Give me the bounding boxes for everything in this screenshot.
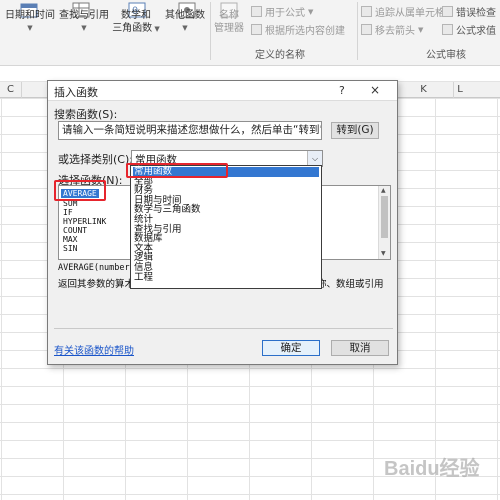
trace-dependents-button[interactable]: 追踪从属单元格 [361,4,445,19]
highlight-box-average [54,180,106,201]
evaluate-icon [442,24,453,35]
scroll-down-icon[interactable]: ▼ [381,250,386,257]
cancel-button[interactable]: 取消 [331,340,389,356]
function-help-link[interactable]: 有关该函数的帮助 [54,342,134,357]
formula-audit-group-label: 公式审核 [426,50,466,61]
remove-arrows-icon [361,24,372,35]
search-function-label: 搜索函数(S): [54,108,118,121]
datetime-button[interactable]: 日期和时间 ▼ [2,9,58,35]
ribbon: θ 日期和时间 ▼ 查找与引用 ▼ 数学和 三角函数 ▼ 其他函数 ▼ 名称 管… [0,0,500,66]
ok-button[interactable]: 确定 [262,340,320,356]
chevron-down-icon: ▼ [418,25,424,34]
lookup-button[interactable]: 查找与引用 ▼ [57,9,111,35]
chevron-down-icon: ▼ [81,24,87,32]
search-function-input[interactable]: 请输入一条简短说明来描述您想做什么，然后单击“转到” [58,121,322,140]
chevron-down-icon: ▼ [182,24,188,32]
chevron-down-icon: ▼ [27,24,33,32]
dropdown-option[interactable]: 文本 [133,244,319,254]
dropdown-option[interactable]: 数据库 [133,234,319,244]
dropdown-option[interactable]: 工程 [133,272,319,283]
list-item[interactable]: COUNT [63,226,87,235]
list-item[interactable]: HYPERLINK [63,217,106,226]
list-item[interactable]: IF [63,208,73,217]
error-check-button[interactable]: 错误检查 [442,4,496,19]
dropdown-option[interactable]: 数学与三角函数 [133,205,319,215]
function-syntax: AVERAGE(number1 [58,263,135,273]
more-functions-button[interactable]: 其他函数 ▼ [160,9,210,35]
category-label: 或选择类别(C): [58,153,133,166]
chevron-down-icon: ▼ [152,25,160,33]
dropdown-option[interactable]: 信息 [133,263,319,273]
highlight-box-common-functions [126,163,228,178]
dropdown-option[interactable]: 逻辑 [133,253,319,263]
function-description: 返回其参数的算术 [58,279,135,290]
dialog-title: 插入函数 [54,86,98,99]
chevron-down-icon[interactable]: ⌵ [307,151,322,166]
list-item[interactable]: SIN [63,244,77,253]
trace-icon [361,6,372,17]
dropdown-option[interactable]: 全部 [133,176,319,187]
column-header[interactable]: C [0,82,22,98]
category-dropdown-list[interactable]: 常用函数 全部 财务 日期与时间 数学与三角函数 统计 查找与引用 数据库 文本… [130,165,322,289]
watermark-text: Baidu经验 [384,458,480,480]
close-icon[interactable]: × [370,83,380,97]
evaluate-formula-button[interactable]: 公式求值 [442,22,496,37]
function-list-scrollbar[interactable]: ▲ ▼ [378,186,390,259]
remove-arrows-button[interactable]: 移去箭头 ▼ [361,22,423,37]
formula-icon [251,6,262,17]
ribbon-divider [357,2,358,60]
scroll-up-icon[interactable]: ▲ [381,187,386,194]
column-header[interactable]: L [430,82,490,98]
dialog-titlebar[interactable]: 插入函数 ? × [48,81,397,101]
help-icon[interactable]: ? [339,84,345,97]
error-check-icon [442,6,453,17]
scrollbar-thumb[interactable] [381,196,388,238]
math-trig-button[interactable]: 数学和 三角函数 ▼ [110,9,162,36]
defined-names-group-label: 定义的名称 [255,50,305,61]
baidu-watermark-logo: Baidu经验 [384,452,480,481]
create-from-selection-button[interactable]: 根据所选内容创建 [251,22,345,37]
go-button[interactable]: 转到(G) [331,122,379,139]
use-in-formula-button[interactable]: 用于公式 ▼ [251,4,313,19]
table-icon [251,24,262,35]
chevron-down-icon: ▼ [308,7,314,16]
name-manager-button[interactable]: 名称 管理器 [208,9,250,35]
dialog-divider [54,328,393,329]
list-item[interactable]: MAX [63,235,77,244]
function-description-end: 称、数组或引用 [317,279,384,290]
